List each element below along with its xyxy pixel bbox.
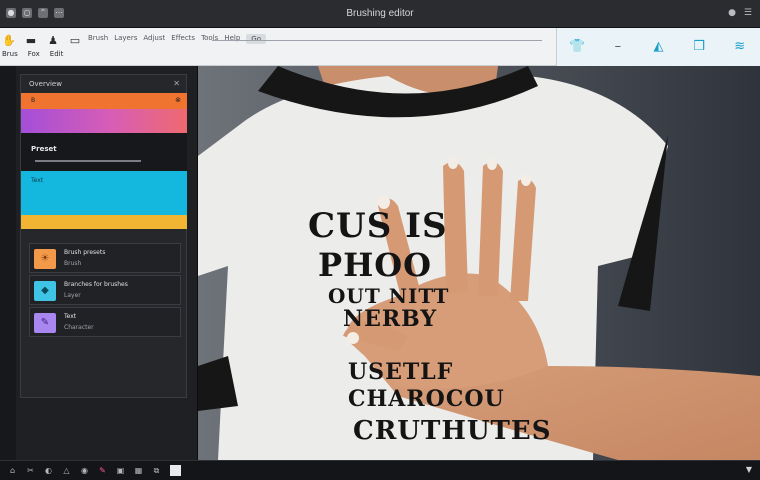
list-item[interactable]: ✎ Text Character [29,307,181,337]
search-chip[interactable]: Go [246,34,266,44]
sun-icon: ☀ [34,249,56,269]
menu-item-4[interactable]: Tools [201,34,218,44]
shirt-line-6: CRUTHUTES [353,416,552,446]
list-item-subtitle: Brush [64,260,82,267]
list-item-title: Branches for brushes [64,281,128,288]
swatch-black[interactable]: Preset [21,133,187,171]
brush-icon[interactable]: ▬ [24,34,38,48]
hand-icon[interactable]: ✋ [2,34,16,48]
title-bar: ● ○ ⌃ ⋯ Brushing editor ● ☰ [0,0,760,28]
list-item-subtitle: Layer [64,292,81,299]
contrast-icon[interactable]: ◐ [44,465,53,476]
pen-icon: ✎ [34,313,56,333]
gauge-icon[interactable]: ≋ [731,38,749,56]
home-icon[interactable]: ⌂ [8,465,17,476]
swatch-gradient[interactable] [21,109,187,133]
swatch-label-0: B [31,97,36,104]
menu-item-3[interactable]: Effects [171,34,195,44]
list-item[interactable]: ◆ Branches for brushes Layer [29,275,181,305]
shirt-line-1: PHOO [318,246,433,284]
panel-title: Overview [29,80,62,88]
color-swatch[interactable] [170,465,181,476]
layers-icon[interactable]: ❒ [690,38,708,56]
path-divider [212,40,542,41]
menu-item-5[interactable]: Help [224,34,240,44]
sidebar-rail [0,66,16,460]
grid-icon[interactable]: ▦ [134,465,143,476]
shirt-line-2: OUT NITT [328,284,450,308]
left-sidebar: Overview ✕ B ⊗ Preset Text ☀ Brush prese… [0,66,198,460]
menu-bar: Brush Layers Adjust Effects Tools Help G… [88,34,266,44]
list-item[interactable]: ☀ Brush presets Brush [29,243,181,273]
swatch-label-2: Preset [31,145,57,153]
swatch-orange[interactable]: B ⊗ [21,93,187,109]
dropdown-icon[interactable]: ▼ [746,465,752,474]
target-icon[interactable]: ◉ [80,465,89,476]
sub-label-2[interactable]: Edit [50,50,64,58]
image-canvas[interactable]: CUS IS PHOO OUT NITT NERBY USETLF CHAROC… [198,66,760,460]
list-item-title: Brush presets [64,249,106,256]
frame-icon[interactable]: ▣ [116,465,125,476]
scissors-icon[interactable]: ✂ [26,465,35,476]
text-icon[interactable]: ▭ [68,34,82,48]
titlebar-right-controls: ● ☰ [728,8,752,18]
preset-list: ☀ Brush presets Brush ◆ Branches for bru… [29,243,181,339]
bottom-tools: ⌂ ✂ ◐ △ ◉ ✎ ▣ ▦ ⧉ [8,465,181,476]
shirt-line-5: CHAROCOU [348,386,505,412]
swatch-label-3: Text [31,177,44,184]
status-bar: ⌂ ✂ ◐ △ ◉ ✎ ▣ ▦ ⧉ ▼ [0,460,760,480]
menu-item-0[interactable]: Brush [88,34,108,44]
toolbar-left-tools: ✋ ▬ ♟ ▭ [2,34,82,48]
cloud-icon[interactable]: ● [728,8,736,18]
minus-icon[interactable]: – [609,38,627,56]
shirt-line-0: CUS IS [308,206,448,246]
list-item-subtitle: Character [64,324,94,331]
pen-tool-icon[interactable]: ✎ [98,465,107,476]
sub-label-0[interactable]: Brus [2,50,18,58]
toolbar: ✋ ▬ ♟ ▭ Brus Fox Edit Brush Layers Adjus… [0,28,760,66]
shirt-line-4: USETLF [348,359,454,385]
panel-header: Overview ✕ [21,75,186,93]
stamp-icon[interactable]: ♟ [46,34,60,48]
shirt-icon[interactable]: 👕 [568,38,586,56]
menu-icon[interactable]: ☰ [744,8,752,18]
copy-icon[interactable]: ⧉ [152,465,161,476]
shirt-line-3: NERBY [343,306,438,332]
menu-item-1[interactable]: Layers [114,34,137,44]
toolbar-sub-labels: Brus Fox Edit [0,50,63,58]
overview-panel: Overview ✕ B ⊗ Preset Text ☀ Brush prese… [20,74,187,398]
triangle-icon[interactable]: △ [62,465,71,476]
toolbar-right-tools: 👕 – ◭ ❒ ≋ [556,28,760,66]
diamond-icon: ◆ [34,281,56,301]
app-window: ● ○ ⌃ ⋯ Brushing editor ● ☰ ✋ ▬ ♟ ▭ Brus… [0,0,760,480]
list-item-title: Text [64,313,77,320]
swatch-slider[interactable] [35,160,141,162]
swatch-cyan[interactable]: Text [21,171,187,215]
window-title: Brushing editor [346,8,414,19]
close-icon[interactable]: ✕ [173,79,180,88]
remove-swatch-icon[interactable]: ⊗ [175,96,181,104]
menu-item-2[interactable]: Adjust [143,34,165,44]
fish-icon[interactable]: ◭ [649,38,667,56]
swatch-yellow[interactable] [21,215,187,229]
sub-label-1[interactable]: Fox [28,50,40,58]
